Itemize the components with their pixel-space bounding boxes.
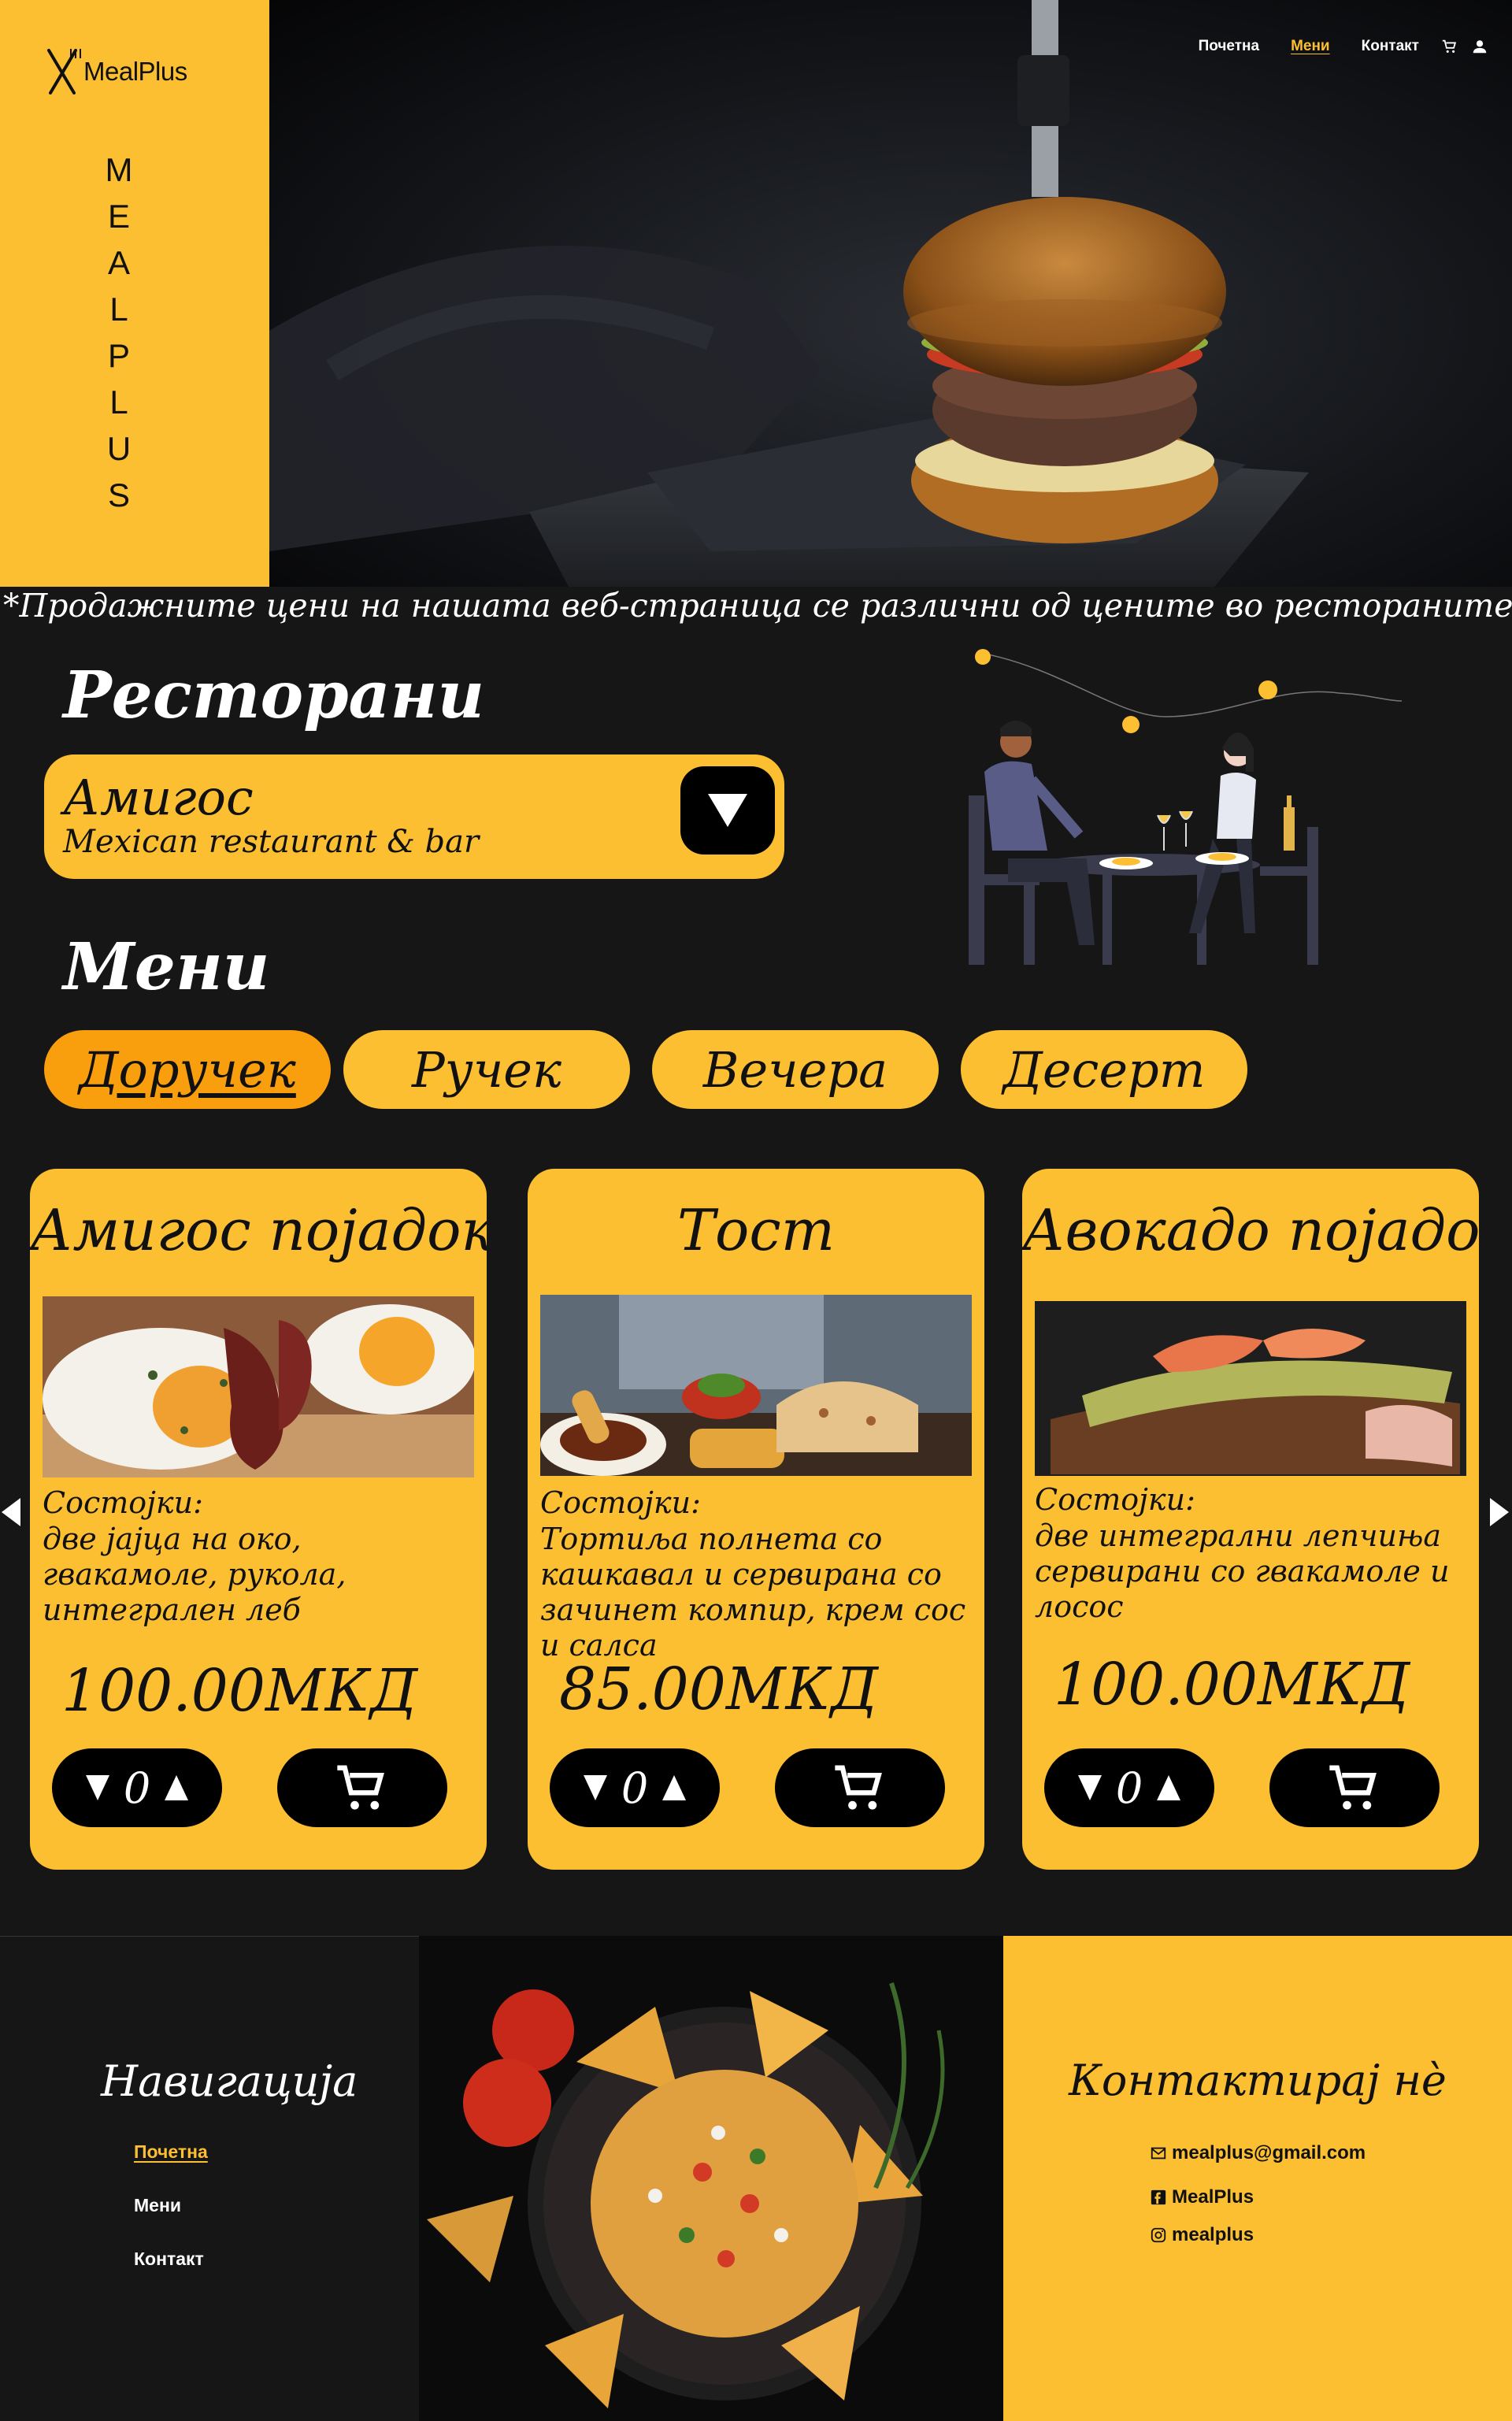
triangle-down-icon	[708, 794, 747, 827]
cart-icon	[1329, 1765, 1377, 1810]
restaurant-dropdown-button[interactable]	[680, 766, 775, 855]
dinner-couple-illustration	[969, 649, 1403, 965]
brand-letter: S	[107, 476, 130, 513]
add-to-cart-button[interactable]	[1269, 1748, 1440, 1827]
cart-icon[interactable]	[1441, 38, 1458, 55]
card-photo-eggs	[43, 1296, 474, 1477]
price: 100.00МКД	[61, 1657, 418, 1725]
burger-image	[269, 0, 1309, 587]
tab-breakfast[interactable]: Доручек	[44, 1030, 331, 1109]
contact-email-text: mealplus@gmail.com	[1172, 2142, 1366, 2163]
brand-letter: L	[109, 291, 128, 328]
quantity-stepper[interactable]: 0	[1044, 1748, 1214, 1827]
add-to-cart-button[interactable]	[775, 1748, 945, 1827]
hero-burger-photo: Почетна Мени Контакт	[269, 0, 1512, 587]
footer-link-contact[interactable]: Контакт	[134, 2249, 204, 2270]
card-photo-toast	[540, 1295, 972, 1476]
price: 100.00МКД	[1054, 1651, 1410, 1718]
brand-letter: A	[107, 244, 130, 281]
brand-letter: E	[107, 198, 130, 235]
brand-column: MealPlus M E A L P L U S	[0, 0, 269, 587]
card-title: Амигос појадок	[30, 1197, 487, 1263]
card-photo-avocado-toast	[1035, 1301, 1466, 1476]
quantity-value: 0	[1115, 1763, 1143, 1813]
cart-icon	[337, 1765, 384, 1810]
footer-link-menu[interactable]: Мени	[134, 2195, 181, 2216]
hero-section: MealPlus M E A L P L U S Почетна Мени Ко…	[0, 0, 1512, 587]
quantity-value: 0	[621, 1763, 649, 1813]
carousel-prev-button[interactable]	[0, 1496, 22, 1528]
quantity-value: 0	[123, 1763, 151, 1813]
price-disclaimer: *Продажните цени на нашата веб-страница …	[3, 587, 1512, 625]
menu-card: Амигос појадок Состојки: две јајца на ок…	[30, 1169, 487, 1870]
logo-text: MealPlus	[83, 57, 187, 86]
site-logo[interactable]: MealPlus	[43, 47, 187, 96]
increment-icon[interactable]	[163, 1772, 190, 1804]
brand-letter: U	[106, 430, 132, 467]
brand-letter: M	[105, 151, 133, 188]
increment-icon[interactable]	[661, 1772, 687, 1804]
fork-knife-icon	[47, 49, 81, 95]
decrement-icon[interactable]	[1077, 1772, 1103, 1804]
decrement-icon[interactable]	[84, 1772, 111, 1804]
price: 85.00МКД	[559, 1655, 879, 1723]
instagram-icon	[1151, 2227, 1166, 2243]
add-to-cart-button[interactable]	[277, 1748, 447, 1827]
nav-link-contact[interactable]: Контакт	[1362, 38, 1419, 55]
footer-nachos-photo	[419, 1936, 1003, 2421]
ingredients-label: Состојки:	[43, 1485, 203, 1520]
brand-letter: P	[107, 337, 130, 374]
carousel-next-button[interactable]	[1488, 1496, 1510, 1528]
tab-lunch[interactable]: Ручек	[343, 1030, 630, 1109]
ingredients-label: Состојки:	[540, 1485, 701, 1520]
footer-link-home[interactable]: Почетна	[134, 2141, 208, 2163]
footer-navigation: Навигација Почетна Мени Контакт	[0, 1936, 419, 2421]
menu-card: Авокадо појадок Состојки: две интегрални…	[1022, 1169, 1479, 1870]
contact-instagram-text: mealplus	[1172, 2224, 1254, 2245]
increment-icon[interactable]	[1155, 1772, 1182, 1804]
ingredients-text: Тортиља полнета со кашкавал и сервирана …	[540, 1522, 966, 1663]
quantity-stepper[interactable]: 0	[52, 1748, 222, 1827]
cart-icon	[835, 1765, 882, 1810]
top-navigation: Почетна Мени Контакт	[1199, 38, 1488, 55]
vertical-brand-text: M E A L P L U S	[101, 146, 137, 518]
footer-contact: Контактирај нè mealplus@gmail.com MealPl…	[1003, 1936, 1512, 2421]
facebook-icon	[1151, 2189, 1166, 2205]
contact-instagram[interactable]: mealplus	[1150, 2224, 1254, 2246]
brand-letter: L	[109, 384, 128, 421]
user-icon[interactable]	[1471, 38, 1488, 55]
restaurant-subtitle: Mexican restaurant & bar	[63, 824, 480, 860]
decrement-icon[interactable]	[582, 1772, 609, 1804]
menu-heading: Мени	[63, 929, 270, 1005]
contact-email[interactable]: mealplus@gmail.com	[1150, 2142, 1366, 2164]
card-title: Тост	[677, 1197, 835, 1263]
footer-contact-heading: Контактирај нè	[1069, 2056, 1447, 2105]
restaurant-select[interactable]: Амигос Mexican restaurant & bar	[44, 754, 784, 879]
nav-link-home[interactable]: Почетна	[1199, 38, 1259, 55]
site-footer: Навигација Почетна Мени Контакт Контакти…	[0, 1936, 1512, 2421]
contact-facebook-text: MealPlus	[1172, 2186, 1254, 2208]
menu-card: Тост Состојки: Тортиља полнета со кашкав…	[528, 1169, 984, 1870]
mail-icon	[1151, 2147, 1166, 2160]
ingredients-label: Состојки:	[1035, 1482, 1195, 1517]
tab-dessert[interactable]: Десерт	[961, 1030, 1247, 1109]
quantity-stepper[interactable]: 0	[550, 1748, 720, 1827]
ingredients-text: две јајца на око, гвакамоле, рукола, инт…	[43, 1522, 346, 1627]
footer-nav-heading: Навигација	[101, 2056, 358, 2106]
contact-facebook[interactable]: MealPlus	[1150, 2186, 1254, 2208]
restaurant-name: Амигос	[63, 769, 254, 826]
tab-dinner[interactable]: Вечера	[652, 1030, 939, 1109]
card-title: Авокадо појадок	[1022, 1197, 1479, 1263]
restaurants-heading: Ресторани	[63, 658, 485, 733]
ingredients-text: две интегрални лепчиња сервирани со гвак…	[1035, 1518, 1450, 1624]
nav-link-menu[interactable]: Мени	[1291, 38, 1330, 55]
